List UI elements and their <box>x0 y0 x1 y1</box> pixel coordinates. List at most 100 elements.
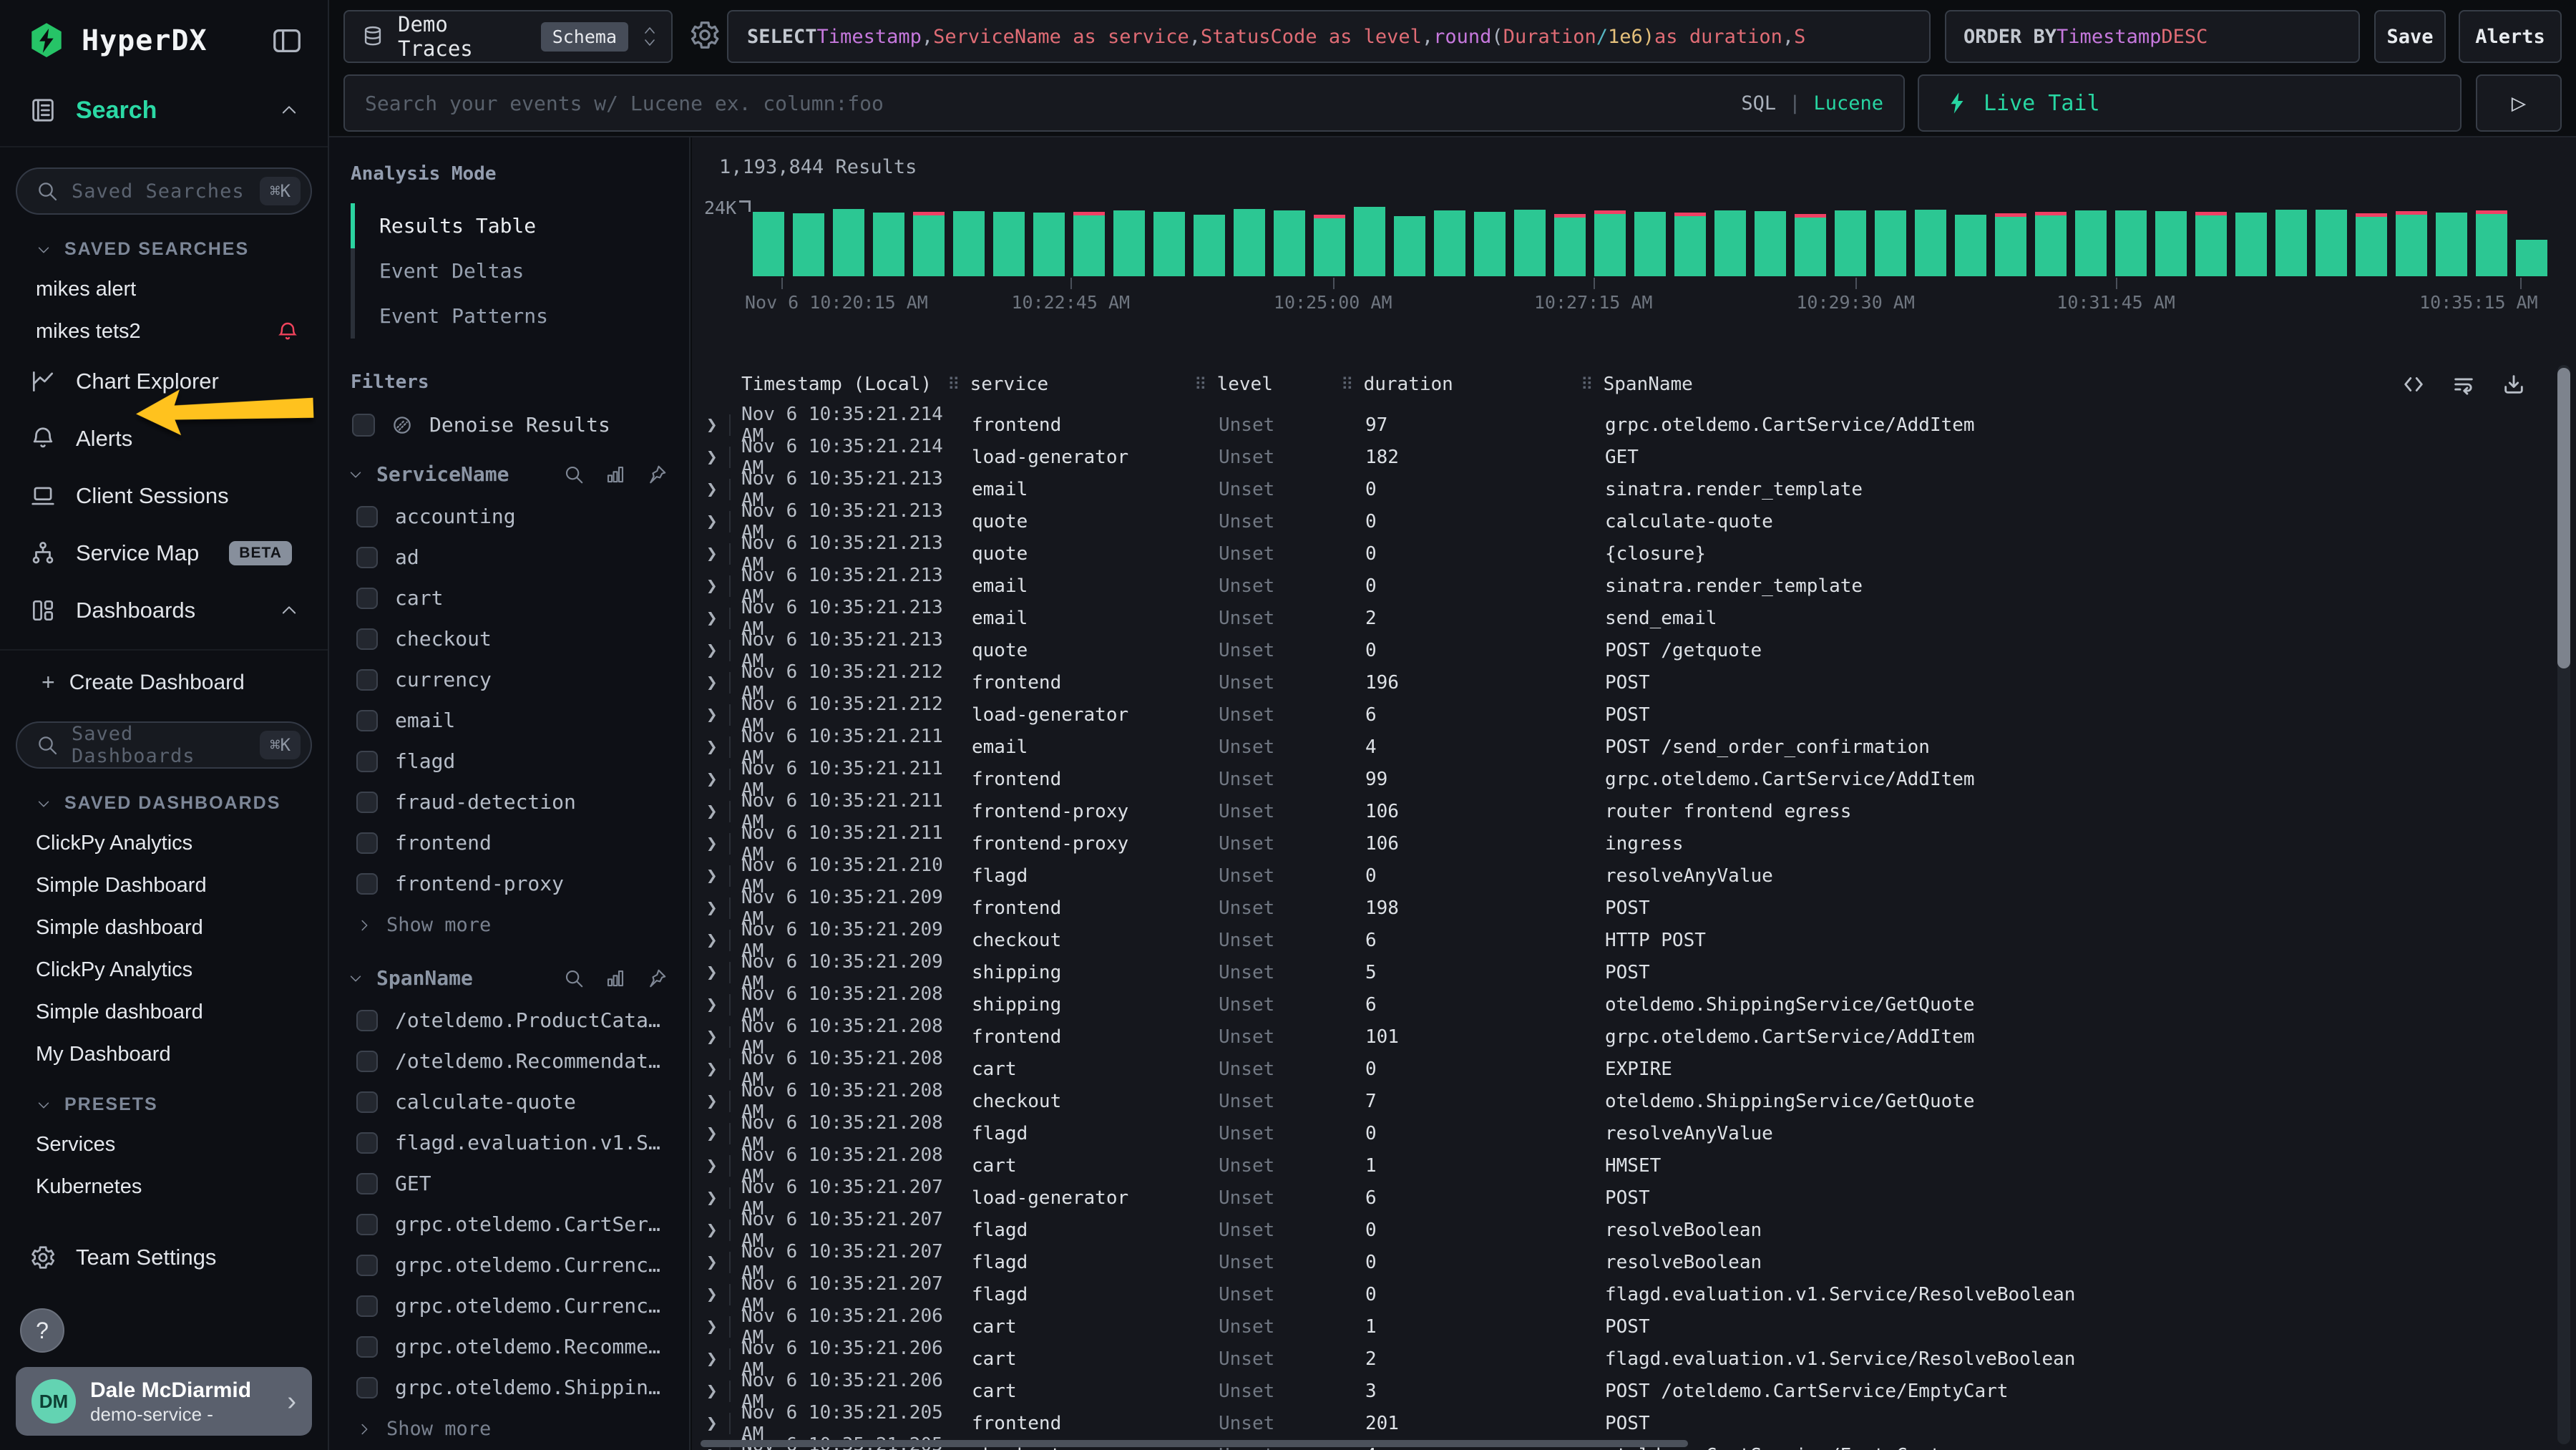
filter-option[interactable]: frontend <box>348 822 668 863</box>
checkbox[interactable] <box>356 1051 378 1072</box>
filter-option[interactable]: cart <box>348 578 668 618</box>
sidebar-item-team-settings[interactable]: Team Settings <box>0 1218 328 1297</box>
filter-option[interactable]: grpc.oteldemo.CurrencyS… <box>348 1245 668 1285</box>
filter-option[interactable]: flagd <box>348 741 668 782</box>
checkbox[interactable] <box>356 1295 378 1317</box>
expand-chevron-icon[interactable]: ❯ <box>706 704 718 726</box>
expand-chevron-icon[interactable]: ❯ <box>706 865 718 887</box>
expand-chevron-icon[interactable]: ❯ <box>706 479 718 500</box>
expand-chevron-icon[interactable]: ❯ <box>706 1091 718 1112</box>
histogram-bar[interactable] <box>953 211 985 276</box>
filter-option[interactable]: currency <box>348 659 668 700</box>
histogram-bar[interactable] <box>993 212 1025 276</box>
table-row[interactable]: ❯ Nov 6 10:35:21.208 AM flagd Unset 0 re… <box>692 1112 2526 1144</box>
filter-option[interactable]: checkout <box>348 618 668 659</box>
saved-search-item[interactable]: mikes alert <box>0 268 328 311</box>
expand-chevron-icon[interactable]: ❯ <box>706 1316 718 1338</box>
histogram-bar[interactable] <box>2476 210 2507 276</box>
expand-chevron-icon[interactable]: ❯ <box>706 575 718 597</box>
histogram-bar[interactable] <box>1434 210 1465 276</box>
histogram-bar[interactable] <box>1755 211 1786 276</box>
preset-item[interactable]: Services <box>0 1124 328 1166</box>
analysis-mode-event-deltas[interactable]: Event Deltas <box>351 248 668 293</box>
filter-group-SpanName[interactable]: SpanName <box>348 966 668 990</box>
sql-select-input[interactable]: SELECT Timestamp, ServiceName as service… <box>727 10 1931 63</box>
checkbox[interactable] <box>356 547 378 568</box>
table-row[interactable]: ❯ Nov 6 10:35:21.213 AM quote Unset 0 PO… <box>692 629 2526 661</box>
table-row[interactable]: ❯ Nov 6 10:35:21.211 AM email Unset 4 PO… <box>692 726 2526 758</box>
histogram-bar[interactable] <box>793 213 824 276</box>
saved-dashboard-item[interactable]: My Dashboard <box>0 1033 328 1076</box>
analysis-mode-results-table[interactable]: Results Table <box>351 203 668 248</box>
lang-toggle-sql[interactable]: SQL <box>1741 92 1776 115</box>
expand-chevron-icon[interactable]: ❯ <box>706 769 718 790</box>
filter-option[interactable]: ad <box>348 537 668 578</box>
col-level[interactable]: ⠿level <box>1194 374 1341 395</box>
histogram-bar[interactable] <box>873 213 904 276</box>
saved-dashboard-item[interactable]: Simple dashboard <box>0 907 328 949</box>
histogram-bar[interactable] <box>1033 213 1065 276</box>
saved-dashboard-item[interactable]: Simple Dashboard <box>0 865 328 907</box>
table-row[interactable]: ❯ Nov 6 10:35:21.212 AM load-generator U… <box>692 694 2526 726</box>
wrap-text-icon[interactable] <box>2451 372 2476 396</box>
code-view-icon[interactable] <box>2401 372 2426 396</box>
source-selector[interactable]: Demo Traces Schema <box>343 10 673 63</box>
histogram-bar[interactable] <box>1875 210 1906 276</box>
histogram-bar[interactable] <box>2195 212 2227 276</box>
saved-search-item[interactable]: mikes tets2 <box>0 311 328 353</box>
table-row[interactable]: ❯ Nov 6 10:35:21.211 AM frontend-proxy U… <box>692 822 2526 855</box>
expand-chevron-icon[interactable]: ❯ <box>706 897 718 919</box>
filter-option[interactable]: GET <box>348 1163 668 1204</box>
table-row[interactable]: ❯ Nov 6 10:35:21.212 AM frontend Unset 1… <box>692 661 2526 694</box>
expand-chevron-icon[interactable]: ❯ <box>706 511 718 532</box>
expand-chevron-icon[interactable]: ❯ <box>706 672 718 694</box>
histogram-bar[interactable] <box>2316 210 2347 276</box>
save-button[interactable]: Save <box>2374 10 2446 63</box>
sidebar-item-dashboards[interactable]: Dashboards <box>0 582 328 639</box>
saved-dashboard-item[interactable]: Simple dashboard <box>0 991 328 1033</box>
histogram-bar[interactable] <box>1274 210 1305 276</box>
histogram-bar[interactable] <box>2275 210 2307 276</box>
table-row[interactable]: ❯ Nov 6 10:35:21.208 AM shipping Unset 6… <box>692 983 2526 1016</box>
histogram-bar[interactable] <box>1594 210 1626 276</box>
table-row[interactable]: ❯ Nov 6 10:35:21.213 AM email Unset 2 se… <box>692 597 2526 629</box>
histogram-bar[interactable] <box>2075 210 2107 276</box>
expand-chevron-icon[interactable]: ❯ <box>706 1123 718 1144</box>
table-row[interactable]: ❯ Nov 6 10:35:21.209 AM shipping Unset 5… <box>692 951 2526 983</box>
expand-chevron-icon[interactable]: ❯ <box>706 608 718 629</box>
expand-chevron-icon[interactable]: ❯ <box>706 414 718 436</box>
expand-chevron-icon[interactable]: ❯ <box>706 833 718 855</box>
table-row[interactable]: ❯ Nov 6 10:35:21.208 AM cart Unset 1 HMS… <box>692 1144 2526 1177</box>
table-row[interactable]: ❯ Nov 6 10:35:21.209 AM frontend Unset 1… <box>692 887 2526 919</box>
download-icon[interactable] <box>2502 372 2526 396</box>
expand-chevron-icon[interactable]: ❯ <box>706 640 718 661</box>
table-row[interactable]: ❯ Nov 6 10:35:21.213 AM email Unset 0 si… <box>692 565 2526 597</box>
drag-handle-icon[interactable]: ⠿ <box>947 374 960 394</box>
filter-option[interactable]: grpc.oteldemo.Recommend… <box>348 1326 668 1367</box>
expand-chevron-icon[interactable]: ❯ <box>706 1252 718 1273</box>
histogram-bar[interactable] <box>1314 215 1345 276</box>
sidebar-item-search[interactable]: Search <box>0 77 328 147</box>
table-row[interactable]: ❯ Nov 6 10:35:21.211 AM frontend Unset 9… <box>692 758 2526 790</box>
checkbox[interactable] <box>356 1336 378 1358</box>
vertical-scrollbar[interactable] <box>2557 365 2570 1444</box>
col-timestamp[interactable]: Timestamp (Local) <box>741 374 947 395</box>
saved-dashboard-item[interactable]: ClickPy Analytics <box>0 822 328 865</box>
checkbox[interactable] <box>356 628 378 650</box>
histogram-bar[interactable] <box>2436 213 2467 276</box>
histogram-bar[interactable] <box>1234 209 1265 276</box>
filter-option[interactable]: flagd.evaluation.v1.Ser… <box>348 1122 668 1163</box>
expand-chevron-icon[interactable]: ❯ <box>706 447 718 468</box>
filter-option[interactable]: fraud-detection <box>348 782 668 822</box>
alerts-button[interactable]: Alerts <box>2459 10 2562 63</box>
filter-option[interactable]: grpc.oteldemo.CurrencyS… <box>348 1285 668 1326</box>
histogram-bar[interactable] <box>753 212 784 276</box>
histogram-bar[interactable] <box>1955 215 1986 276</box>
expand-chevron-icon[interactable]: ❯ <box>706 736 718 758</box>
search-icon[interactable] <box>563 464 585 485</box>
histogram-bar[interactable] <box>1073 212 1105 276</box>
histogram-bar[interactable] <box>1354 207 1385 276</box>
checkbox[interactable] <box>356 1255 378 1276</box>
checkbox[interactable] <box>356 669 378 691</box>
search-icon[interactable] <box>563 968 585 989</box>
